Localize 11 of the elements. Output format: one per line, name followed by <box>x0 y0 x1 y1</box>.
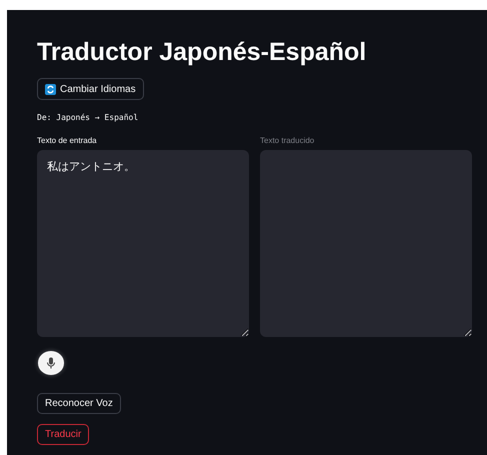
direction-text: De: Japonés → Español <box>37 113 138 122</box>
swap-icon <box>45 84 56 95</box>
page-title: Traductor Japonés-Español <box>37 37 366 68</box>
swap-languages-button[interactable]: Cambiar Idiomas <box>37 78 144 100</box>
field-label: Texto de entrada <box>37 136 98 146</box>
microphone-button[interactable] <box>38 351 64 375</box>
action-button[interactable]: Traducir <box>37 424 90 446</box>
text-area[interactable]: 私はアントニオ。 <box>37 150 249 338</box>
action-button[interactable]: Reconocer Voz <box>37 392 121 414</box>
microphone-icon <box>46 356 56 369</box>
field-label: Texto traducido <box>260 136 316 146</box>
